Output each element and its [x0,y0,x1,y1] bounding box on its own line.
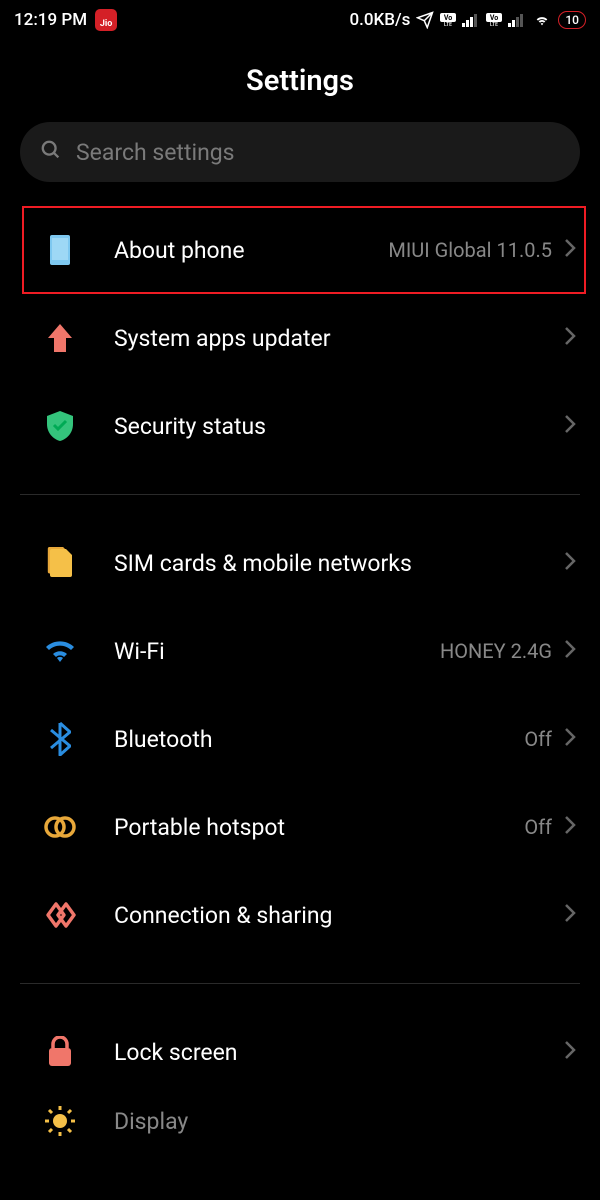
chevron-right-icon [564,639,576,663]
setting-value: HONEY 2.4G [440,639,552,663]
sim-card-icon [42,545,78,581]
hotspot-icon [42,809,78,845]
signal-2-icon [508,13,526,27]
divider [20,494,580,495]
setting-label: About phone [114,237,388,264]
setting-hotspot[interactable]: Portable hotspot Off [0,783,600,871]
setting-label: SIM cards & mobile networks [114,550,564,577]
bluetooth-icon [42,721,78,757]
setting-lock-screen[interactable]: Lock screen [0,1008,600,1096]
chevron-right-icon [564,414,576,438]
setting-value: MIUI Global 11.0.5 [388,238,552,262]
battery-icon: 10 [558,11,586,29]
setting-display[interactable]: Display [0,1096,600,1146]
chevron-right-icon [564,326,576,350]
setting-label: Display [114,1108,576,1135]
setting-label: Portable hotspot [114,814,524,841]
chevron-right-icon [564,551,576,575]
location-icon [416,11,434,29]
page-title: Settings [0,64,600,98]
settings-group-3: Lock screen Display [0,1008,600,1146]
volte-badge-1-icon: VoLTE [440,13,456,27]
volte-badge-2-icon: VoLTE [486,13,502,27]
wifi-status-icon [532,12,552,28]
wifi-icon [42,633,78,669]
status-time: 12:19 PM [14,10,87,30]
chevron-right-icon [564,727,576,751]
setting-label: System apps updater [114,325,564,352]
setting-label: Security status [114,413,564,440]
search-icon [40,139,62,165]
signal-1-icon [462,13,480,27]
setting-sim-cards[interactable]: SIM cards & mobile networks [0,519,600,607]
setting-about-phone[interactable]: About phone MIUI Global 11.0.5 [0,206,600,294]
search-input[interactable]: Search settings [20,122,580,182]
setting-label: Connection & sharing [114,902,564,929]
lock-icon [42,1034,78,1070]
chevron-right-icon [564,903,576,927]
jio-badge-icon: Jio [95,9,117,31]
setting-wifi[interactable]: Wi-Fi HONEY 2.4G [0,607,600,695]
svg-text:LTE: LTE [490,22,498,27]
settings-group-1: About phone MIUI Global 11.0.5 System ap… [0,206,600,470]
shield-check-icon [42,408,78,444]
chevron-right-icon [564,815,576,839]
setting-value: Off [524,727,552,751]
data-rate: 0.0KB/s [349,10,410,30]
arrow-up-icon [42,320,78,356]
setting-label: Bluetooth [114,726,524,753]
setting-system-updater[interactable]: System apps updater [0,294,600,382]
divider [20,983,580,984]
setting-security-status[interactable]: Security status [0,382,600,470]
setting-label: Wi-Fi [114,638,440,665]
svg-text:LTE: LTE [444,22,452,27]
settings-group-2: SIM cards & mobile networks Wi-Fi HONEY … [0,519,600,959]
brightness-icon [42,1103,78,1139]
svg-text:Vo: Vo [490,14,498,22]
status-bar: 12:19 PM Jio 0.0KB/s VoLTE VoLTE 10 [0,0,600,40]
connection-icon [42,897,78,933]
setting-connection-sharing[interactable]: Connection & sharing [0,871,600,959]
chevron-right-icon [564,238,576,262]
svg-text:Vo: Vo [444,14,452,22]
search-placeholder: Search settings [76,139,235,166]
chevron-right-icon [564,1040,576,1064]
phone-icon [42,232,78,268]
setting-value: Off [524,815,552,839]
setting-label: Lock screen [114,1039,564,1066]
setting-bluetooth[interactable]: Bluetooth Off [0,695,600,783]
